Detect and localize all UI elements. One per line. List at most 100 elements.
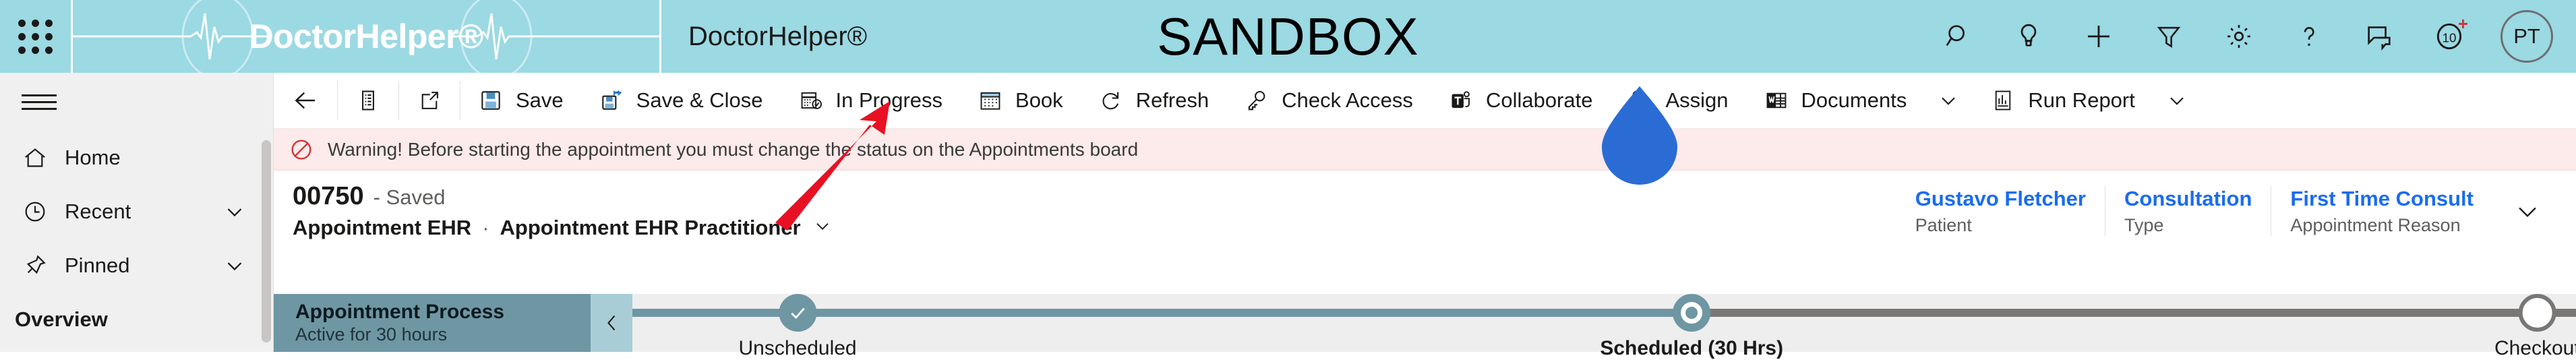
record-header: 00750 - Saved Appointment EHR · Appointm…: [274, 171, 2576, 251]
refresh-icon: [1102, 92, 1118, 110]
sidebar: Home Recent Pinned Overview: [0, 73, 274, 352]
run-report-button[interactable]: Run Report: [1973, 73, 2153, 128]
stage-complete-check-icon: [779, 294, 817, 332]
sidebar-item-label: Recent: [65, 200, 131, 223]
avatar[interactable]: PT: [2500, 10, 2553, 63]
save-close-icon: [601, 90, 622, 110]
in-progress-button[interactable]: In Progress: [781, 73, 961, 128]
header-expand-chevron-down-icon[interactable]: [2492, 196, 2549, 226]
waffle-icon: [18, 19, 53, 54]
key-icon: [1249, 90, 1265, 111]
help-icon[interactable]: [2274, 0, 2344, 73]
gear-icon[interactable]: [2204, 0, 2274, 73]
search-icon[interactable]: [1923, 0, 1994, 73]
form-selector-button[interactable]: [338, 73, 398, 128]
lightbulb-icon[interactable]: [1994, 0, 2064, 73]
back-button[interactable]: [274, 73, 337, 128]
avatar-initials: PT: [2513, 24, 2540, 48]
command-bar: Save Save & Close In Progress Book Refre…: [274, 73, 2576, 129]
popout-button[interactable]: [399, 73, 460, 128]
arrow-left-icon: [295, 92, 315, 109]
refresh-button[interactable]: Refresh: [1081, 73, 1227, 128]
record-identity: 00750 - Saved Appointment EHR · Appointm…: [293, 182, 833, 240]
stage-label: Scheduled (30 Hrs): [1600, 337, 1784, 359]
process-header[interactable]: Appointment Process Active for 30 hours: [274, 294, 591, 352]
process-line-remaining: [1691, 309, 2576, 317]
stage-active-indicator: [1673, 294, 1711, 332]
command-label: Check Access: [1282, 88, 1413, 112]
header-field-label: Type: [2124, 214, 2164, 235]
sidebar-item-pinned[interactable]: Pinned: [0, 239, 273, 293]
header-field-type: Consultation Type: [2105, 187, 2271, 236]
save-icon: [481, 91, 500, 110]
breadcrumb-separator: ·: [482, 215, 489, 239]
header-field-appointment-reason: First Time Consult Appointment Reason: [2271, 187, 2492, 236]
form-icon: [362, 90, 374, 111]
business-process-flow: Appointment Process Active for 30 hours …: [274, 294, 2576, 359]
command-label: Save: [516, 88, 564, 112]
chevron-left-icon: [607, 315, 616, 331]
header-field-value[interactable]: Consultation: [2124, 187, 2252, 211]
word-doc-icon: [1766, 92, 1786, 109]
plus-icon[interactable]: [2064, 0, 2134, 73]
command-label: Documents: [1801, 88, 1907, 112]
save-button[interactable]: Save: [460, 73, 581, 128]
save-and-close-button[interactable]: Save & Close: [581, 73, 781, 128]
process-prev-button[interactable]: [591, 294, 632, 352]
check-access-button[interactable]: Check Access: [1226, 73, 1431, 128]
chevron-down-icon[interactable]: [222, 199, 247, 224]
home-icon: [22, 144, 65, 171]
form-name[interactable]: Appointment EHR Practitioner: [500, 216, 801, 240]
app-window: DoctorHelper® DoctorHelper® 10 + PT SAND…: [0, 0, 2576, 359]
process-stage-checkout[interactable]: Checkout: [2494, 294, 2576, 360]
header-field-value[interactable]: Gustavo Fletcher: [1915, 187, 2086, 211]
sidebar-scrollbar[interactable]: [262, 140, 271, 342]
command-label: Refresh: [1135, 88, 1209, 112]
process-stage-scheduled[interactable]: Scheduled (30 Hrs): [1600, 294, 1783, 360]
save-state: - Saved: [373, 185, 446, 209]
app-launcher-button[interactable]: [0, 0, 73, 73]
blocked-icon: [291, 140, 311, 159]
sidebar-item-recent[interactable]: Recent: [0, 185, 273, 239]
sidebar-group-label: Overview: [15, 307, 108, 331]
process-stage-unscheduled[interactable]: Unscheduled: [738, 294, 857, 360]
collaborate-button[interactable]: Collaborate: [1431, 73, 1611, 128]
command-label: In Progress: [835, 88, 943, 112]
book-button[interactable]: Book: [960, 73, 1081, 128]
top-bar-actions: 10 + PT: [1923, 0, 2576, 73]
stage-future-indicator: [2518, 294, 2556, 332]
run-report-chevron-down-icon[interactable]: [2153, 73, 2201, 128]
header-field-patient: Gustavo Fletcher Patient: [1896, 187, 2105, 236]
process-title: Appointment Process: [295, 301, 505, 324]
documents-button[interactable]: Documents: [1746, 73, 1925, 128]
header-field-value[interactable]: First Time Consult: [2290, 187, 2474, 211]
sidebar-item-home[interactable]: Home: [0, 131, 273, 185]
form-selector-chevron-down-icon[interactable]: [812, 215, 833, 240]
hamburger-icon[interactable]: [0, 73, 78, 131]
command-label: Assign: [1665, 88, 1729, 112]
command-label: Save & Close: [636, 88, 763, 112]
clock-icon: [22, 198, 65, 225]
calendar-check-icon: [801, 92, 822, 109]
process-subtitle: Active for 30 hours: [295, 324, 448, 344]
svg-text:10: 10: [2443, 30, 2457, 44]
popout-icon: [421, 92, 438, 109]
command-label: Book: [1015, 88, 1063, 112]
assistant-badge: +: [2457, 13, 2468, 34]
app-title: DoctorHelper®: [688, 21, 868, 51]
pin-icon: [22, 252, 65, 279]
assign-button[interactable]: Assign: [1610, 73, 1745, 128]
stage-label: Unscheduled: [738, 337, 857, 359]
command-label: Collaborate: [1485, 88, 1593, 112]
header-field-label: Patient: [1915, 214, 1972, 235]
documents-chevron-down-icon[interactable]: [1924, 73, 1973, 128]
sidebar-item-label: Home: [65, 146, 121, 169]
assistant-icon[interactable]: 10 +: [2414, 0, 2484, 73]
brand-logo-text: DoctorHelper®: [249, 18, 483, 55]
top-navigation-bar: DoctorHelper® DoctorHelper® 10 + PT: [0, 0, 2576, 73]
teams-icon: [1451, 91, 1470, 109]
feedback-icon[interactable]: [2344, 0, 2414, 73]
filter-icon[interactable]: [2134, 0, 2204, 73]
warning-text: Warning! Before starting the appointment…: [328, 138, 1139, 160]
chevron-down-icon[interactable]: [222, 253, 247, 278]
